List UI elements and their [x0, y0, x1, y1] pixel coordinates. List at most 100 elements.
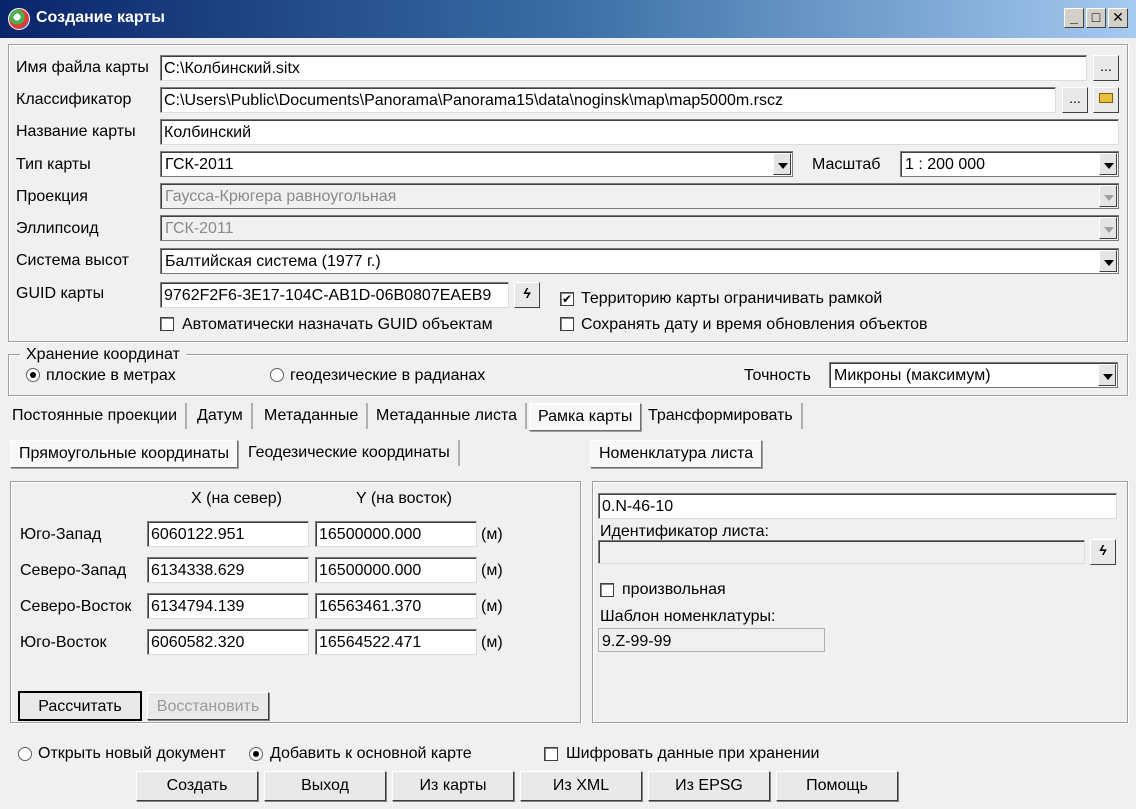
tab-metadata[interactable]: Метаданные [256, 403, 369, 429]
file-browse-button[interactable]: ... [1093, 55, 1119, 81]
frame-limit-checkbox[interactable]: ✔ [560, 292, 574, 306]
calculate-button[interactable]: Рассчитать [18, 691, 142, 721]
se-y-input[interactable]: 16564522.471 [315, 629, 477, 655]
col-y-header: Y (на восток) [356, 490, 452, 507]
ellipsoid-value: ГСК-2011 [165, 220, 234, 237]
col-x-header: X (на север) [191, 490, 282, 507]
projection-select: Гаусса-Крюгера равноугольная [160, 183, 1119, 209]
scale-value: 1 : 200 000 [905, 156, 986, 173]
window-title: Создание карты [36, 9, 165, 26]
tab-rectangular-coords[interactable]: Прямоугольные координаты [10, 440, 238, 468]
coord-storage-legend: Хранение координат [20, 346, 186, 364]
arbitrary-checkbox[interactable] [600, 583, 614, 597]
unit-label: (м) [481, 598, 503, 615]
maximize-button[interactable]: □ [1086, 8, 1106, 28]
map-type-select[interactable]: ГСК-2011 [160, 151, 793, 177]
generate-guid-button[interactable]: ϟ [514, 282, 540, 308]
radio-add-label: Добавить к основной карте [270, 745, 472, 762]
encrypt-label: Шифровать данные при хранении [566, 745, 820, 762]
nw-x-input[interactable]: 6134338.629 [147, 557, 309, 583]
accuracy-label: Точность [744, 367, 811, 384]
restore-button[interactable]: Восстановить [147, 692, 269, 720]
chevron-down-icon[interactable] [1099, 250, 1117, 272]
ne-x-input[interactable]: 6134794.139 [147, 593, 309, 619]
arbitrary-label: произвольная [622, 581, 726, 598]
row-label-ne: Северо-Восток [20, 598, 132, 615]
save-date-label: Сохранять дату и время обновления объект… [581, 316, 928, 333]
help-button[interactable]: Помощь [776, 771, 898, 801]
auto-guid-label: Автоматически назначать GUID объектам [182, 316, 493, 333]
projection-label: Проекция [16, 188, 88, 205]
save-date-checkbox[interactable] [560, 317, 574, 331]
scale-label: Масштаб [812, 156, 881, 173]
classifier-browse-button[interactable]: ... [1062, 87, 1088, 113]
guid-label: GUID карты [16, 285, 105, 302]
ne-y-input[interactable]: 16563461.370 [315, 593, 477, 619]
exit-button[interactable]: Выход [264, 771, 386, 801]
sheet-id-label: Идентификатор листа: [600, 523, 769, 540]
from-map-button[interactable]: Из карты [392, 771, 514, 801]
ellipsoid-select: ГСК-2011 [160, 215, 1119, 241]
accuracy-select[interactable]: Микроны (максимум) [829, 362, 1118, 388]
tab-map-frame[interactable]: Рамка карты [529, 403, 642, 431]
tab-transform[interactable]: Трансформировать [640, 403, 803, 429]
chevron-down-icon [1099, 217, 1117, 239]
tab-sheet-metadata[interactable]: Метаданные листа [368, 403, 527, 429]
tab-geodetic-coords[interactable]: Геодезические координаты [240, 440, 460, 466]
template-label: Шаблон номенклатуры: [600, 608, 776, 625]
sheet-id-input[interactable] [598, 540, 1085, 564]
frame-limit-label: Территорию карты ограничивать рамкой [581, 290, 883, 307]
file-label: Имя файла карты [16, 59, 149, 76]
chevron-down-icon[interactable] [1098, 364, 1116, 386]
radio-geo-radians[interactable] [270, 368, 284, 382]
create-button[interactable]: Создать [136, 771, 258, 801]
file-name-input[interactable]: C:\Колбинский.sitx [160, 55, 1087, 81]
unit-label: (м) [481, 562, 503, 579]
row-label-se: Юго-Восток [20, 634, 107, 651]
se-x-input[interactable]: 6060582.320 [147, 629, 309, 655]
nomenclature-input[interactable]: 0.N-46-10 [598, 493, 1117, 519]
template-value: 9.Z-99-99 [598, 628, 825, 652]
title-bar: Создание карты _ □ ✕ [0, 0, 1136, 38]
guid-input[interactable]: 9762F2F6-3E17-104C-AB1D-06B0807EAEB9 [160, 282, 509, 308]
row-label-sw: Юго-Запад [20, 526, 102, 543]
radio-plane-meters[interactable] [26, 368, 40, 382]
unit-label: (м) [481, 634, 503, 651]
map-type-value: ГСК-2011 [165, 156, 234, 173]
sw-y-input[interactable]: 16500000.000 [315, 521, 477, 547]
ellipsoid-label: Эллипсоид [16, 220, 99, 237]
lightning-icon: ϟ [523, 285, 531, 301]
minimize-button[interactable]: _ [1064, 8, 1084, 28]
accuracy-value: Микроны (максимум) [834, 367, 991, 384]
close-button[interactable]: ✕ [1108, 8, 1128, 28]
classifier-input[interactable]: C:\Users\Public\Documents\Panorama\Panor… [160, 87, 1056, 113]
map-name-input[interactable]: Колбинский [160, 119, 1119, 145]
tab-sheet-nomenclature[interactable]: Номенклатура листа [590, 440, 763, 468]
map-name-label: Название карты [16, 123, 136, 140]
classifier-label: Классификатор [16, 91, 132, 108]
height-system-label: Система высот [16, 252, 129, 269]
folder-open-icon [1099, 93, 1113, 103]
auto-guid-checkbox[interactable] [160, 317, 174, 331]
scale-select[interactable]: 1 : 200 000 [900, 151, 1119, 177]
encrypt-checkbox[interactable] [544, 747, 558, 761]
from-epsg-button[interactable]: Из EPSG [648, 771, 770, 801]
classifier-open-button[interactable] [1093, 87, 1119, 113]
height-system-value: Балтийская система (1977 г.) [165, 253, 381, 270]
row-label-nw: Северо-Запад [20, 562, 127, 579]
radio-open-new-document[interactable] [18, 747, 32, 761]
projection-value: Гаусса-Крюгера равноугольная [165, 188, 397, 205]
nw-y-input[interactable]: 16500000.000 [315, 557, 477, 583]
chevron-down-icon[interactable] [1099, 153, 1117, 175]
from-xml-button[interactable]: Из XML [520, 771, 642, 801]
generate-sheet-id-button[interactable]: ϟ [1090, 539, 1116, 565]
tab-datum[interactable]: Датум [189, 403, 253, 429]
chevron-down-icon[interactable] [773, 153, 791, 175]
height-system-select[interactable]: Балтийская система (1977 г.) [160, 248, 1119, 274]
app-icon [8, 8, 30, 30]
sw-x-input[interactable]: 6060122.951 [147, 521, 309, 547]
tab-permanent-projections[interactable]: Постоянные проекции [4, 403, 188, 429]
lightning-icon: ϟ [1099, 542, 1107, 558]
radio-add-to-main-map[interactable] [249, 747, 263, 761]
unit-label: (м) [481, 526, 503, 543]
